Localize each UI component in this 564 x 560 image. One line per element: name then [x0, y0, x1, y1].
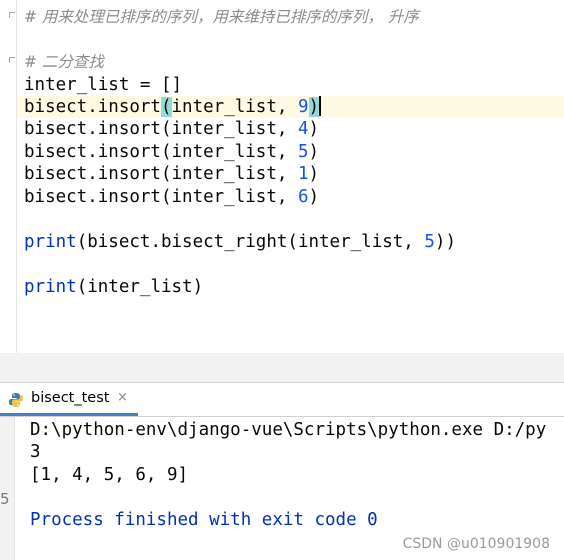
comment-line: # 二分查找 [24, 53, 104, 71]
code-line-active: bisect.insort(inter_list, 9) [24, 96, 322, 117]
gutter-label: 5 [0, 490, 10, 508]
run-tab-bar: bisect_test × [0, 383, 564, 417]
watermark: CSDN @u010901908 [402, 536, 550, 552]
console-output-line: [1, 4, 5, 6, 9] [30, 465, 189, 485]
run-tab[interactable]: bisect_test × [0, 383, 138, 416]
code-line: bisect.insort(inter_list, 6) [24, 187, 320, 207]
run-tab-label: bisect_test [31, 390, 110, 406]
code-line: bisect.insort(inter_list, 5) [24, 142, 320, 162]
code-editor[interactable]: # 用来处理已排序的序列，用来维持已排序的序列， 升序 # 二分查找 inter… [0, 0, 564, 353]
editor-gutter [0, 0, 17, 353]
code-line: bisect.insort(inter_list, 1) [24, 164, 320, 184]
console-output-line: 3 [30, 442, 41, 462]
code-line: print(bisect.bisect_right(inter_list, 5)… [24, 232, 456, 252]
run-console[interactable]: 5 D:\python-env\django-vue\Scripts\pytho… [0, 417, 564, 560]
code-line: inter_list = [] [24, 75, 183, 95]
close-icon[interactable]: × [117, 390, 128, 405]
fold-marker[interactable] [9, 57, 15, 63]
fold-marker[interactable] [9, 12, 15, 18]
panel-splitter[interactable] [0, 353, 564, 383]
text-caret [319, 96, 322, 116]
code-line: bisect.insort(inter_list, 4) [24, 119, 320, 139]
console-command-line: D:\python-env\django-vue\Scripts\python.… [30, 420, 547, 440]
comment-line: # 用来处理已排序的序列，用来维持已排序的序列， 升序 [24, 8, 419, 26]
console-gutter: 5 [0, 417, 15, 560]
code-line: print(inter_list) [24, 277, 204, 297]
console-exit-message: Process finished with exit code 0 [30, 510, 378, 530]
python-icon [9, 393, 23, 407]
